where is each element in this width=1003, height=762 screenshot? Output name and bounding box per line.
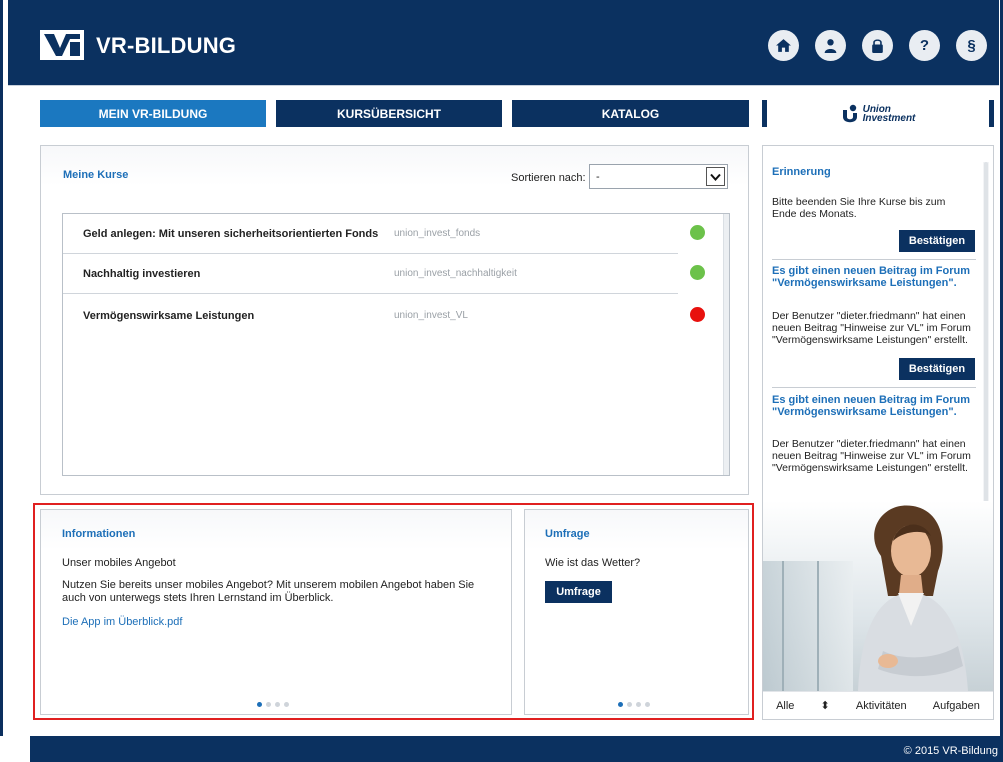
reminder-panel: Erinnerung Bitte beenden Sie Ihre Kurse … xyxy=(762,145,994,720)
pager-dot[interactable] xyxy=(266,702,271,707)
filter-activities[interactable]: Aktivitäten xyxy=(856,700,907,712)
course-row[interactable]: Vermögenswirksame Leistungen union_inves… xyxy=(63,296,723,336)
course-list-scrollbar[interactable] xyxy=(723,214,729,475)
divider xyxy=(772,259,976,260)
my-courses-panel: Meine Kurse Sortieren nach: - Geld anleg… xyxy=(40,145,749,495)
pager-dot[interactable] xyxy=(627,702,632,707)
course-list: Geld anlegen: Mit unseren sicherheitsori… xyxy=(62,213,730,476)
course-name: Nachhaltig investieren xyxy=(83,268,201,280)
sort-label: Sortieren nach: xyxy=(511,172,586,184)
filter-all[interactable]: Alle xyxy=(776,700,794,712)
course-code: union_invest_nachhaltigkeit xyxy=(394,268,517,279)
tab-kursuebersicht[interactable]: KURSÜBERSICHT xyxy=(276,100,502,127)
my-courses-title: Meine Kurse xyxy=(63,169,129,181)
header: VR-BILDUNG ? § xyxy=(8,0,999,86)
reminder-title: Erinnerung xyxy=(772,166,831,178)
forum-post-body: Der Benutzer "dieter.friedmann" hat eine… xyxy=(772,438,971,474)
course-row[interactable]: Geld anlegen: Mit unseren sicherheitsori… xyxy=(63,214,723,254)
sort-select-value: - xyxy=(596,170,600,183)
filter-tasks[interactable]: Aufgaben xyxy=(933,700,980,712)
vr-logo-icon[interactable] xyxy=(40,30,84,60)
frame-left-border xyxy=(0,0,3,736)
status-red-icon xyxy=(690,307,705,322)
row-divider xyxy=(63,293,678,294)
information-title: Informationen xyxy=(62,528,136,540)
survey-button[interactable]: Umfrage xyxy=(545,581,612,603)
forum-post-heading[interactable]: Es gibt einen neuen Beitrag im Forum "Ve… xyxy=(772,265,982,289)
confirm-button[interactable]: Bestätigen xyxy=(899,358,975,380)
pager-dot[interactable] xyxy=(284,702,289,707)
filter-bar: Alle ⬍ Aktivitäten Aufgaben xyxy=(763,691,993,719)
app-pdf-link[interactable]: Die App im Überblick.pdf xyxy=(62,616,182,628)
confirm-button[interactable]: Bestätigen xyxy=(899,230,975,252)
divider xyxy=(772,387,976,388)
information-subtitle: Unser mobiles Angebot xyxy=(62,557,176,569)
woman-photo xyxy=(763,501,993,691)
copyright-text: © 2015 VR-Bildung xyxy=(903,745,998,757)
paragraph-icon[interactable]: § xyxy=(956,30,987,61)
status-green-icon xyxy=(690,265,705,280)
tab-mein-vr-bildung[interactable]: MEIN VR-BILDUNG xyxy=(40,100,266,127)
user-icon[interactable] xyxy=(815,30,846,61)
information-panel: Informationen Unser mobiles Angebot Nutz… xyxy=(40,509,512,715)
home-icon[interactable] xyxy=(768,30,799,61)
course-code: union_invest_VL xyxy=(394,310,468,321)
survey-question: Wie ist das Wetter? xyxy=(545,557,641,569)
help-icon[interactable]: ? xyxy=(909,30,940,61)
information-text: Nutzen Sie bereits unser mobiles Angebot… xyxy=(62,579,475,604)
survey-title: Umfrage xyxy=(545,528,590,540)
info-pager xyxy=(257,702,289,707)
reminder-text: Bitte beenden Sie Ihre Kurse bis zum End… xyxy=(772,196,946,220)
partner-logo-bar: Union Investment xyxy=(762,100,994,127)
reminder-scrollbar-thumb[interactable] xyxy=(984,162,988,502)
course-code: union_invest_fonds xyxy=(394,228,481,239)
footer: © 2015 VR-Bildung xyxy=(30,736,1003,762)
course-name: Geld anlegen: Mit unseren sicherheitsori… xyxy=(83,228,379,240)
logo-text-investment: Investment xyxy=(862,112,916,124)
forum-post-heading[interactable]: Es gibt einen neuen Beitrag im Forum "Ve… xyxy=(772,394,982,418)
union-investment-logo: Union Investment xyxy=(767,104,989,124)
course-name: Vermögenswirksame Leistungen xyxy=(83,310,255,322)
status-green-icon xyxy=(690,225,705,240)
course-row[interactable]: Nachhaltig investieren union_invest_nach… xyxy=(63,254,723,294)
pager-dot[interactable] xyxy=(618,702,623,707)
forum-post-body: Der Benutzer "dieter.friedmann" hat eine… xyxy=(772,310,971,346)
main-nav: MEIN VR-BILDUNG KURSÜBERSICHT KATALOG xyxy=(40,100,749,127)
lock-icon[interactable] xyxy=(862,30,893,61)
union-logo-icon xyxy=(842,104,857,122)
survey-pager xyxy=(618,702,650,707)
chevron-down-icon[interactable] xyxy=(706,167,725,186)
pager-dot[interactable] xyxy=(257,702,262,707)
survey-panel: Umfrage Wie ist das Wetter? Umfrage xyxy=(524,509,749,715)
brand-title: VR-BILDUNG xyxy=(96,33,237,58)
sort-select[interactable]: - xyxy=(589,164,728,189)
tab-katalog[interactable]: KATALOG xyxy=(512,100,749,127)
pager-dot[interactable] xyxy=(636,702,641,707)
pager-dot[interactable] xyxy=(275,702,280,707)
sort-toggle-icon[interactable]: ⬍ xyxy=(821,699,830,712)
pager-dot[interactable] xyxy=(645,702,650,707)
